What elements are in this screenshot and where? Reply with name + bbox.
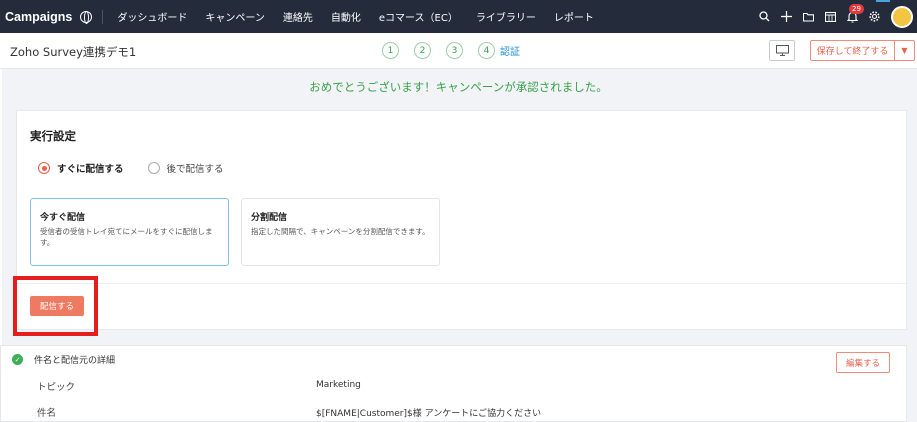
- topic-value: Marketing: [316, 380, 361, 390]
- plus-icon[interactable]: [775, 0, 797, 33]
- radio-send-later[interactable]: [147, 162, 160, 174]
- run-settings-card: 実行設定 すぐに配信する 後で配信する 今すぐ配信 受信者の受信トレイ宛てにメー…: [16, 110, 907, 330]
- nav-item-library[interactable]: ライブラリー: [476, 9, 536, 24]
- save-and-exit-button[interactable]: 保存して終了する: [810, 40, 895, 61]
- calendar-icon[interactable]: [819, 0, 841, 33]
- option-send-now-title: 今すぐ配信: [40, 213, 86, 223]
- nav-item-automation[interactable]: 自動化: [331, 9, 361, 24]
- check-icon: ✓: [12, 354, 23, 365]
- edit-button[interactable]: 編集する: [836, 352, 890, 373]
- nav-divider: [102, 9, 104, 24]
- nav-item-reports[interactable]: レポート: [554, 9, 594, 24]
- success-banner: おめでとうございます！キャンペーンが承認されました。: [309, 80, 608, 94]
- subject-sender-title: 件名と配信元の詳細: [34, 356, 116, 366]
- run-settings-title: 実行設定: [30, 129, 76, 143]
- monitor-icon: [775, 45, 789, 56]
- search-icon[interactable]: [753, 0, 775, 33]
- notification-badge: 29: [849, 4, 864, 14]
- nav-item-campaigns[interactable]: キャンペーン: [205, 9, 265, 24]
- subject-sender-card: ✓ 件名と配信元の詳細 編集する トピック Marketing 件名 $[FNA…: [0, 345, 907, 422]
- topic-label: トピック: [37, 382, 76, 393]
- subject-label: 件名: [37, 408, 57, 419]
- campaign-header: Zoho Survey連携デモ1 1 2 3 4 認証 保存して終了する ▼: [0, 33, 917, 69]
- globe-icon[interactable]: [80, 10, 93, 24]
- top-nav: Campaigns ダッシュボード キャンペーン 連絡先 自動化 eコマース（E…: [0, 0, 917, 33]
- divider: [17, 283, 906, 284]
- radio-send-now[interactable]: [38, 162, 50, 174]
- step-indicator: 1 2 3 4 認証: [382, 42, 520, 59]
- preview-button[interactable]: [769, 40, 795, 61]
- step-2[interactable]: 2: [414, 42, 431, 59]
- radio-send-later-label[interactable]: 後で配信する: [167, 161, 224, 175]
- step-4[interactable]: 4: [478, 42, 495, 59]
- step-1[interactable]: 1: [382, 42, 399, 59]
- step-3[interactable]: 3: [446, 42, 463, 59]
- option-send-now[interactable]: 今すぐ配信 受信者の受信トレイ宛てにメールをすぐに配信します。: [30, 198, 229, 266]
- brand-logo[interactable]: Campaigns: [5, 10, 72, 24]
- nav-menu: ダッシュボード キャンペーン 連絡先 自動化 eコマース（EC） ライブラリー …: [117, 9, 611, 24]
- option-send-now-desc: 受信者の受信トレイ宛てにメールをすぐに配信します。: [40, 227, 213, 247]
- nav-item-dashboard[interactable]: ダッシュボード: [117, 9, 187, 24]
- highlight-box: [13, 276, 98, 336]
- option-split-send-desc: 指定した間隔で、キャンペーンを分割配信できます。: [251, 227, 430, 236]
- avatar[interactable]: [891, 5, 913, 28]
- campaign-title: Zoho Survey連携デモ1: [10, 45, 137, 59]
- option-split-send-title: 分割配信: [251, 213, 288, 223]
- nav-icons: 29: [753, 0, 917, 33]
- step-4-label: 認証: [500, 47, 520, 58]
- gear-icon[interactable]: [863, 0, 885, 33]
- nav-item-ecommerce[interactable]: eコマース（EC）: [379, 9, 458, 24]
- option-split-send[interactable]: 分割配信 指定した間隔で、キャンペーンを分割配信できます。: [241, 198, 440, 266]
- folder-icon[interactable]: [797, 0, 819, 33]
- bell-icon[interactable]: 29: [841, 0, 864, 33]
- nav-item-contacts[interactable]: 連絡先: [283, 9, 313, 24]
- radio-send-now-label[interactable]: すぐに配信する: [57, 161, 124, 175]
- save-dropdown-toggle[interactable]: ▼: [895, 40, 915, 61]
- subject-value: $[FNAME|Customer]$様 アンケートにご協力ください: [316, 409, 542, 419]
- topbar-accent-line: [876, 0, 890, 2]
- send-timing-radios: すぐに配信する 後で配信する: [38, 161, 224, 175]
